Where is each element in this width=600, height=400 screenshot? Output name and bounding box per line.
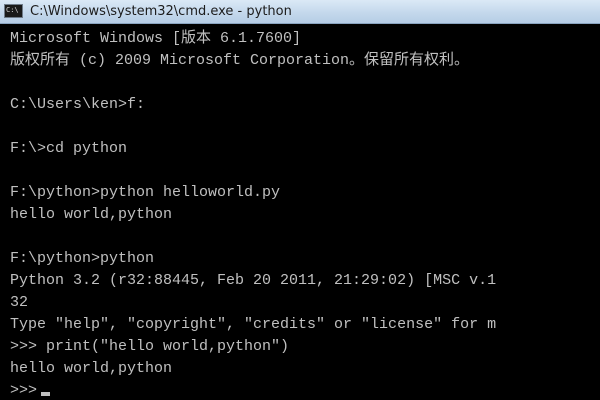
cmd-icon[interactable]: C:\ [4, 4, 23, 18]
console-line: 版权所有 (c) 2009 Microsoft Corporation。保留所有… [10, 52, 470, 69]
console-line: Type "help", "copyright", "credits" or "… [10, 316, 497, 333]
python-prompt: >>> [10, 382, 38, 399]
window-title: C:\Windows\system32\cmd.exe - python [30, 4, 292, 19]
title-bar[interactable]: C:\ C:\Windows\system32\cmd.exe - python [0, 0, 600, 24]
console-line: F:\>cd python [10, 140, 128, 157]
console-line: C:\Users\ken>f: [10, 96, 146, 113]
console-line: >>> print("hello world,python") [10, 338, 290, 355]
input-prompt-line[interactable]: >>> [10, 380, 51, 400]
console-line: F:\python>python [10, 250, 155, 267]
console-line: Python 3.2 (r32:88445, Feb 20 2011, 21:2… [10, 272, 497, 289]
text-cursor [41, 392, 51, 396]
console-line: 32 [10, 294, 29, 311]
console-line: F:\python>python helloworld.py [10, 184, 281, 201]
console-line: hello world,python [10, 360, 173, 377]
cmd-icon-glyph: C:\ [6, 6, 19, 14]
cmd-window: C:\ C:\Windows\system32\cmd.exe - python… [0, 0, 600, 400]
console-line: Microsoft Windows [版本 6.1.7600] [10, 30, 302, 47]
console-output[interactable]: Microsoft Windows [版本 6.1.7600] 版权所有 (c)… [0, 24, 600, 400]
console-line: hello world,python [10, 206, 173, 223]
